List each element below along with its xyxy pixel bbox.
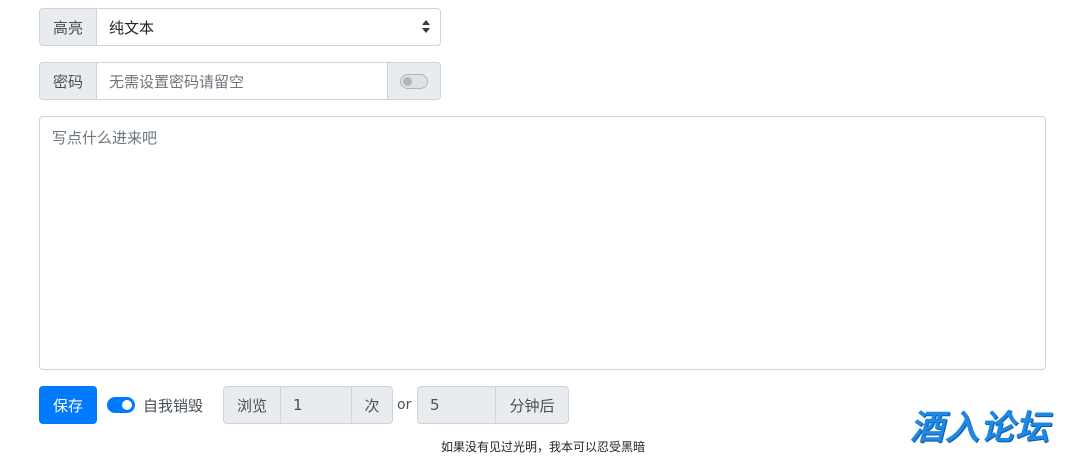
save-button[interactable]: 保存 — [39, 386, 97, 424]
views-label: 浏览 — [223, 386, 281, 424]
self-destroy-label[interactable]: 自我销毁 — [143, 395, 203, 416]
password-placeholder: 无需设置密码请留空 — [109, 72, 245, 91]
minutes-unit-label: 分钟后 — [495, 386, 569, 424]
highlight-select[interactable]: 纯文本 — [96, 8, 441, 46]
content-textarea[interactable]: 写点什么进来吧 — [39, 116, 1046, 370]
highlight-selected-value: 纯文本 — [109, 18, 155, 37]
minutes-value: 5 — [430, 396, 440, 414]
or-separator: or — [397, 397, 412, 413]
views-unit-label: 次 — [351, 386, 393, 424]
self-destroy-toggle[interactable] — [107, 397, 135, 413]
views-count-value: 1 — [293, 396, 303, 414]
select-caret-icon — [422, 20, 430, 34]
highlight-label: 高亮 — [39, 8, 97, 46]
content-placeholder: 写点什么进来吧 — [52, 129, 158, 147]
toggle-knob-icon — [122, 400, 132, 410]
password-label: 密码 — [39, 62, 97, 100]
toggle-knob-icon — [403, 76, 412, 86]
password-input[interactable]: 无需设置密码请留空 — [96, 62, 388, 100]
views-count-input[interactable]: 1 — [280, 386, 352, 424]
watermark-logo: 酒入论坛 — [910, 408, 1050, 448]
password-toggle-container — [387, 62, 441, 100]
password-visibility-toggle[interactable] — [400, 73, 428, 89]
minutes-input[interactable]: 5 — [417, 386, 496, 424]
